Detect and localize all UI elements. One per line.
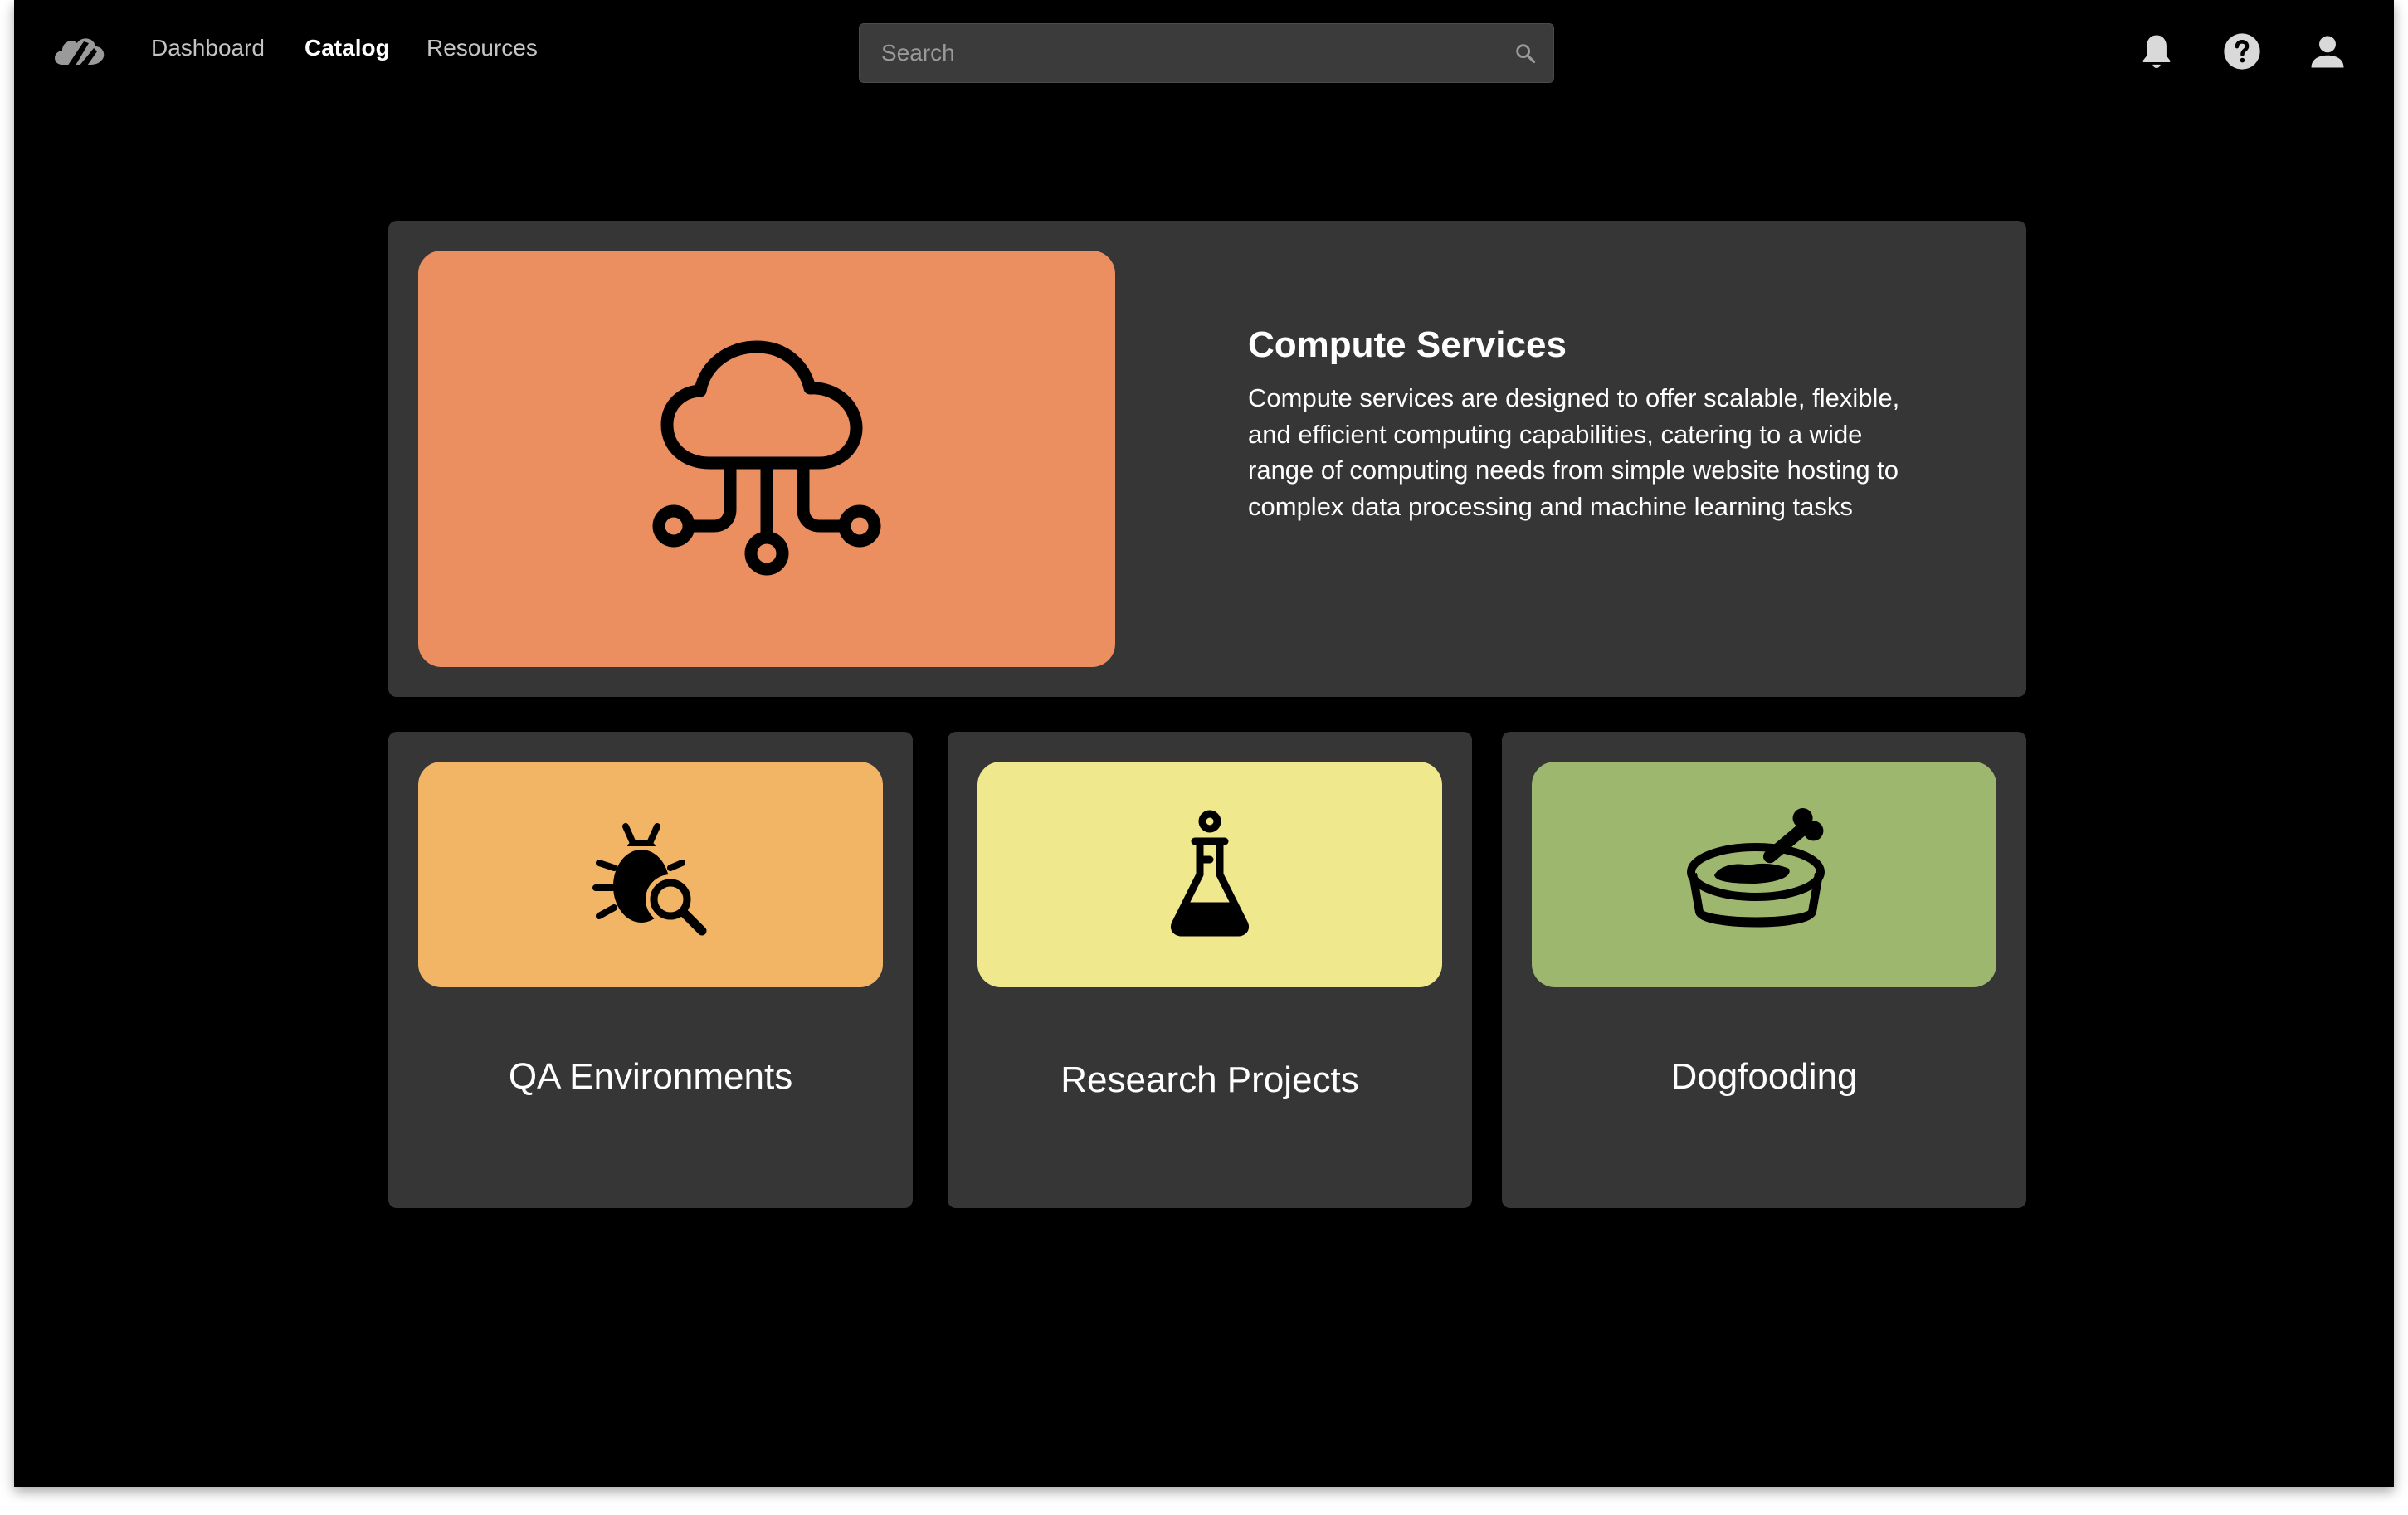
bell-icon[interactable] [2135,30,2178,73]
top-bar: Dashboard Catalog Resources [14,0,2394,108]
help-icon[interactable] [2220,30,2264,73]
card-tile [1532,762,1996,987]
nav-dashboard[interactable]: Dashboard [151,33,265,63]
search-box [859,23,1554,83]
user-icon[interactable] [2306,30,2349,73]
featured-card-compute-services[interactable]: Compute Services Compute services are de… [388,221,2026,697]
dog-bowl-icon [1687,808,1825,928]
search-input[interactable] [860,24,1490,82]
card-tile [977,762,1442,987]
card-dogfooding[interactable]: Dogfooding [1502,732,2026,1208]
cloud-logo-icon[interactable] [51,32,109,73]
card-label: Dogfooding [1670,1056,1858,1097]
card-qa-environments[interactable]: QA Environments [388,732,913,1208]
card-research-projects[interactable]: Research Projects [948,732,1472,1208]
card-label: QA Environments [508,1056,793,1097]
featured-title: Compute Services [1248,324,1567,365]
featured-tile [418,251,1115,667]
card-label: Research Projects [1060,1060,1359,1100]
card-tile [418,762,883,987]
nav-resources[interactable]: Resources [427,33,538,63]
app-window: Dashboard Catalog Resources Search Compu… [14,0,2394,1487]
bug-search-icon [592,823,707,936]
search-icon[interactable] [1514,41,1537,65]
cloud-network-icon [652,340,881,576]
featured-description: Compute services are designed to offer s… [1248,383,1900,521]
flask-icon [1171,810,1249,937]
nav-catalog[interactable]: Catalog [305,33,390,63]
